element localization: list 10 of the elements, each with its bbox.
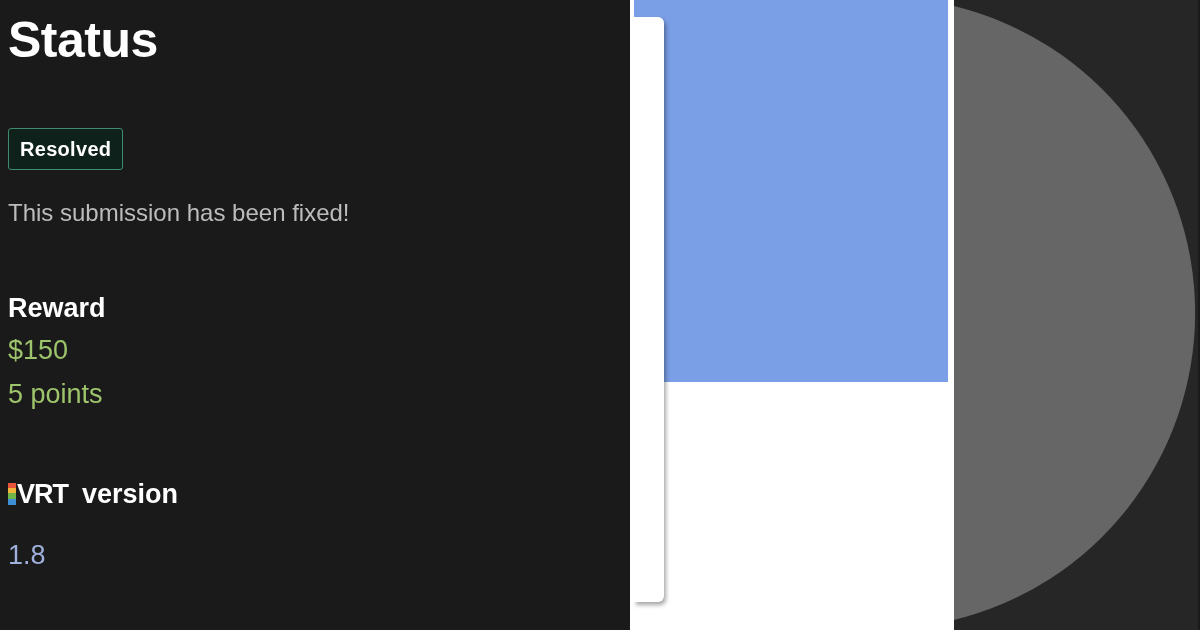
page-title: Status [8, 11, 159, 70]
version-heading: version [82, 478, 179, 511]
stripes-icon [8, 483, 16, 505]
reward-heading: Reward [8, 292, 107, 325]
reward-amount: $150 [8, 334, 70, 367]
vrt-logo: VRT [17, 478, 68, 511]
status-description: This submission has been fixed! [8, 198, 351, 228]
version-value: 1.8 [8, 539, 47, 572]
reward-points: 5 points [8, 378, 104, 411]
status-badge: Resolved [8, 128, 124, 170]
